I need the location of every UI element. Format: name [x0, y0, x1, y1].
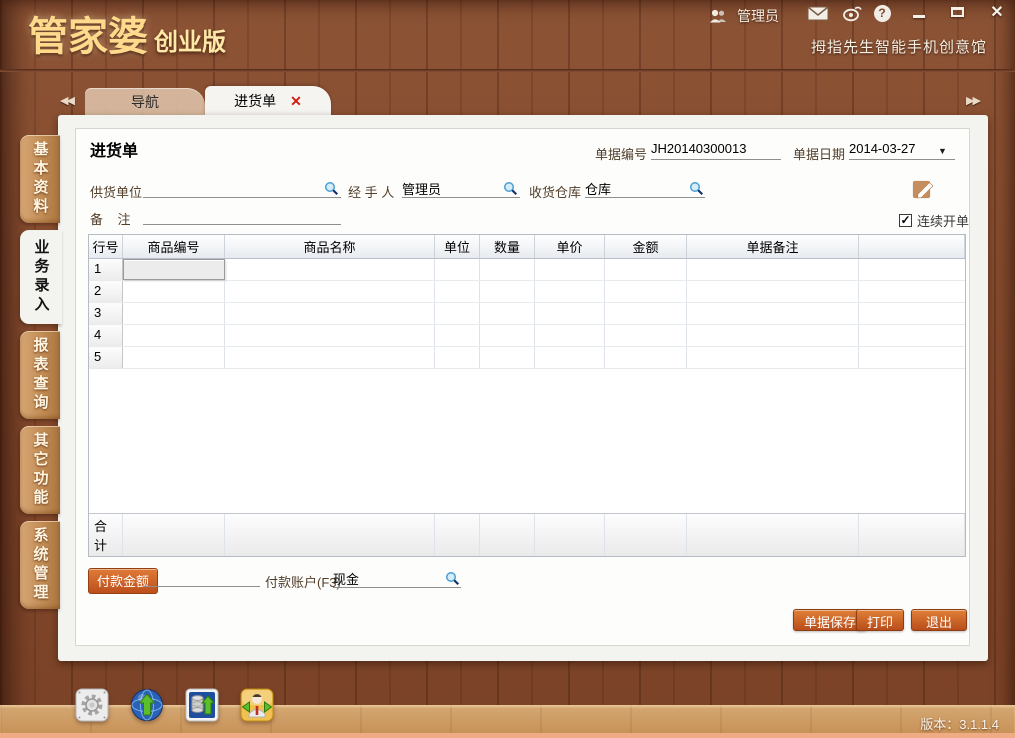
- table-row[interactable]: 2: [89, 281, 965, 303]
- doc-no-field[interactable]: JH20140300013: [651, 141, 781, 160]
- close-icon: ✕: [990, 2, 1003, 22]
- tab-label: 进货单: [234, 86, 276, 116]
- tab-purchase-order[interactable]: 进货单 ✕: [205, 86, 331, 116]
- col-header-doc-remark: 单据备注: [687, 235, 859, 258]
- row-number: 2: [89, 281, 123, 302]
- header-divider: [0, 69, 1015, 72]
- tab-scroll-right-icon[interactable]: ▶▶: [966, 94, 979, 107]
- remark-label: 备 注: [90, 209, 130, 228]
- sidebar-item-report-query[interactable]: 报表查询: [20, 331, 60, 419]
- logo-sub-text: 创业版: [154, 29, 226, 56]
- bottom-strip: [0, 733, 1015, 738]
- warehouse-search-icon[interactable]: [689, 181, 704, 196]
- account-search-icon[interactable]: [445, 571, 460, 586]
- payment-account-label: 付款账户(F3): [265, 572, 341, 591]
- app-window: 管家婆创业版 管理员 ? ✕ 拇指先生智能手机创意馆 ◀◀ 导航 进货单 ✕ ▶…: [0, 0, 1015, 738]
- doc-date-label: 单据日期: [793, 144, 845, 163]
- sidebar-item-business-entry[interactable]: 业务录入: [20, 230, 62, 324]
- selected-cell[interactable]: [123, 259, 225, 280]
- date-dropdown-icon[interactable]: ▼: [938, 146, 947, 156]
- remark-field[interactable]: [143, 206, 341, 225]
- database-backup-icon[interactable]: [185, 688, 219, 722]
- minimize-button[interactable]: [906, 2, 932, 22]
- sidebar-item-basic-data[interactable]: 基本资料: [20, 135, 60, 223]
- handler-label: 经 手 人: [348, 182, 394, 201]
- sidebar: 基本资料 业务录入 报表查询 其它功能 系统管理: [20, 135, 60, 609]
- table-row[interactable]: 5: [89, 347, 965, 369]
- col-header-filler: [859, 235, 965, 258]
- maximize-icon: [951, 7, 964, 17]
- settings-gear-icon[interactable]: [75, 688, 109, 722]
- user-icon: [708, 9, 730, 24]
- version-label: 版本：3.1.1.4: [920, 714, 999, 733]
- mail-icon[interactable]: [806, 4, 830, 22]
- row-number: 5: [89, 347, 123, 368]
- col-header-product-name: 商品名称: [225, 235, 435, 258]
- tab-navigation[interactable]: 导航: [85, 88, 205, 116]
- help-icon[interactable]: ?: [870, 4, 894, 22]
- col-header-unit: 单位: [435, 235, 480, 258]
- handler-search-icon[interactable]: [503, 181, 518, 196]
- table-row[interactable]: 4: [89, 325, 965, 347]
- user-menu[interactable]: 管理员: [708, 6, 779, 26]
- page-title: 进货单: [90, 137, 138, 161]
- supplier-search-icon[interactable]: [324, 181, 339, 196]
- exit-button[interactable]: 退出: [911, 609, 967, 631]
- items-grid: 行号 商品编号 商品名称 单位 数量 单价 金额 单据备注 1 2 3: [88, 234, 966, 557]
- table-row[interactable]: 1: [89, 259, 965, 281]
- grid-header-row: 行号 商品编号 商品名称 单位 数量 单价 金额 单据备注: [89, 235, 965, 259]
- payment-amount-field[interactable]: [143, 568, 260, 587]
- tab-scroll-left-icon[interactable]: ◀◀: [60, 94, 73, 107]
- maximize-button[interactable]: [944, 2, 970, 22]
- supplier-label: 供货单位: [90, 182, 142, 201]
- minimize-icon: [913, 15, 925, 18]
- logo-main-text: 管家婆: [28, 15, 148, 59]
- close-button[interactable]: ✕: [984, 2, 1010, 22]
- company-name: 拇指先生智能手机创意馆: [811, 36, 987, 57]
- grid-empty-area: [89, 369, 965, 513]
- continuous-billing-checkbox[interactable]: ✓ 连续开单: [899, 211, 969, 230]
- row-number: 3: [89, 303, 123, 324]
- continuous-billing-label: 连续开单: [917, 211, 969, 230]
- table-row[interactable]: 3: [89, 303, 965, 325]
- col-header-unit-price: 单价: [535, 235, 605, 258]
- user-switch-icon[interactable]: [240, 688, 274, 722]
- sidebar-item-other-functions[interactable]: 其它功能: [20, 426, 60, 514]
- checkbox-check-icon: ✓: [899, 214, 912, 227]
- total-label: 合计: [89, 514, 123, 556]
- globe-sync-icon[interactable]: [130, 688, 164, 722]
- edit-icon[interactable]: [911, 176, 936, 201]
- doc-no-label: 单据编号: [595, 144, 647, 163]
- app-logo: 管家婆创业版: [28, 4, 226, 62]
- row-number: 4: [89, 325, 123, 346]
- warehouse-field[interactable]: 仓库: [585, 179, 705, 198]
- col-header-quantity: 数量: [480, 235, 535, 258]
- weibo-icon[interactable]: [840, 4, 864, 22]
- warehouse-label: 收货仓库: [529, 182, 581, 201]
- col-header-row-no: 行号: [89, 235, 123, 258]
- row-number: 1: [89, 259, 123, 280]
- col-header-product-code: 商品编号: [123, 235, 225, 258]
- col-header-amount: 金额: [605, 235, 687, 258]
- tab-close-icon[interactable]: ✕: [290, 94, 302, 108]
- print-button[interactable]: 打印: [856, 609, 904, 631]
- supplier-field[interactable]: [143, 179, 341, 198]
- user-label: 管理员: [737, 6, 779, 26]
- sidebar-item-system-management[interactable]: 系统管理: [20, 521, 60, 609]
- grid-total-row: 合计: [89, 513, 965, 556]
- payment-account-field[interactable]: 现金: [333, 569, 461, 588]
